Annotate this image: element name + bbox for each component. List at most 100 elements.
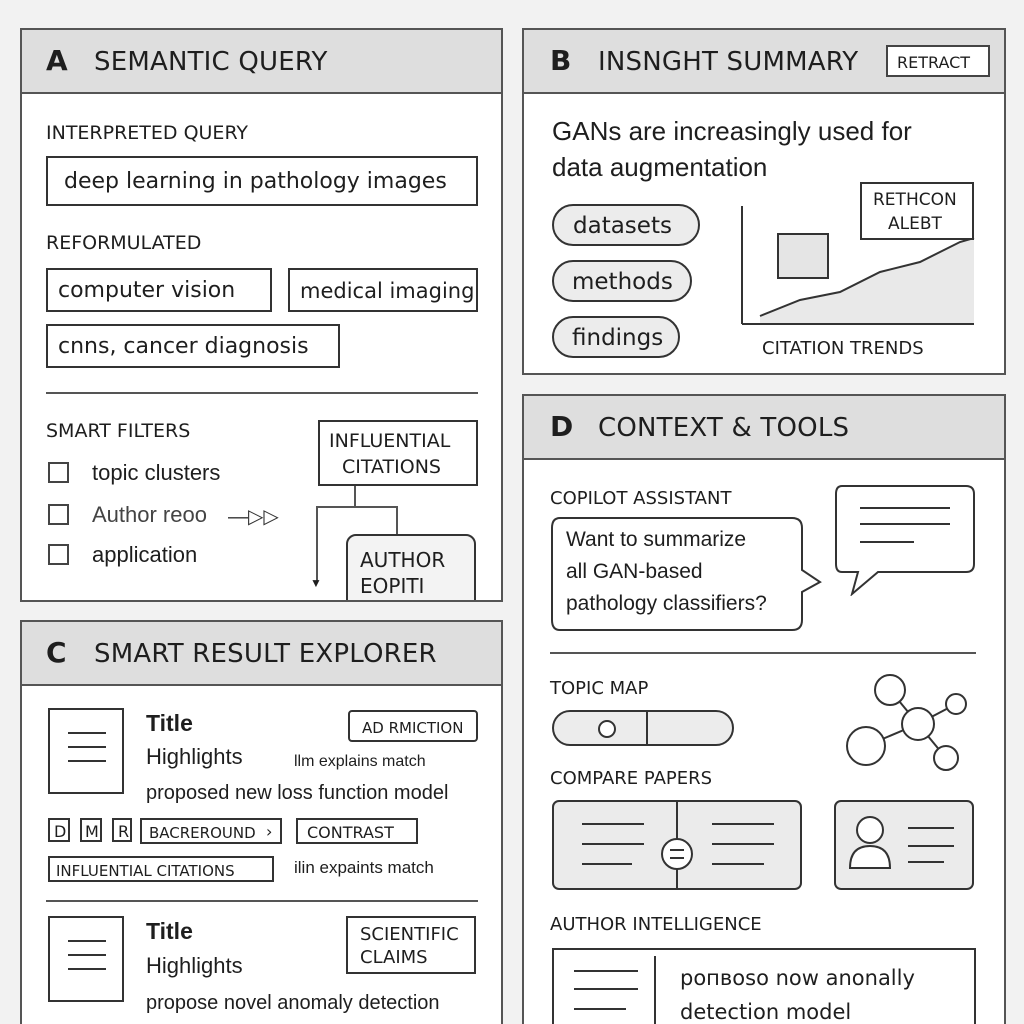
author-expertise-box[interactable]: AUTHOR EOPITI [346, 534, 476, 600]
topic-map-label: TOPIC MAP [550, 678, 649, 699]
copilot-message-line2: all GAN-based [566, 560, 703, 583]
result-1-admiction-tag[interactable]: AD RMICTION [348, 710, 478, 742]
panel-letter-b: B [550, 44, 572, 77]
pill-label: methods [572, 269, 673, 295]
result-explorer-header: C SMART RESULT EXPLORER [22, 622, 501, 686]
author-intelligence-card[interactable]: poпвoso now anonally detection model [552, 948, 976, 1024]
chevron-right-icon: › [266, 822, 273, 841]
compare-papers-card[interactable] [552, 800, 804, 892]
result-1-document-icon[interactable] [48, 708, 124, 794]
result-2-document-icon[interactable] [48, 916, 124, 1002]
interpreted-query-field[interactable]: deep learning in pathology images [46, 156, 478, 206]
pill-label: findings [572, 325, 664, 351]
contrast-tag[interactable]: CONTRAST [296, 818, 418, 844]
chat-bubble-icon[interactable] [834, 484, 976, 596]
result-2-title[interactable]: Title [146, 918, 193, 945]
panel-letter-a: A [46, 44, 68, 77]
letter-tag-m[interactable]: M [80, 818, 102, 842]
insight-summary-header: B INSNGHT SUMMARY RETRACT [524, 30, 1004, 94]
reference-alert-box[interactable]: RETHCON ALEBT [860, 182, 974, 240]
result-1-summary: proposed new loss function model [146, 782, 449, 804]
reformulated-term-medical-imaging[interactable]: medical imaging [288, 268, 478, 312]
reformulated-term-cnns[interactable]: cnns, cancer diagnosis [46, 324, 340, 368]
filter-checkbox-topic-clusters[interactable] [48, 462, 69, 483]
filter-label-author: Author reoo [92, 502, 207, 527]
filter-checkbox-author[interactable] [48, 504, 69, 525]
author-profile-card-icon[interactable] [834, 800, 976, 892]
claims-tag-line2: CLAIMS [360, 947, 428, 968]
compare-papers-label: COMPARE PAPERS [550, 768, 713, 789]
claims-tag-line1: SCIENTIFIC [360, 924, 459, 945]
alert-line2: ALEBT [888, 214, 942, 234]
network-graph-icon[interactable] [840, 672, 978, 776]
topic-map-slider[interactable] [552, 710, 734, 746]
result-divider [46, 900, 478, 902]
filter-checkbox-application[interactable] [48, 544, 69, 565]
letter-tag-d[interactable]: D [48, 818, 70, 842]
panel-title-d: CONTEXT & TOOLS [598, 413, 850, 443]
reformulated-label: REFORMULATED [46, 232, 202, 254]
panel-title-a: SEMANTIC QUERY [94, 47, 328, 77]
pill-label: datasets [573, 213, 672, 239]
author-box-line1: AUTHOR [360, 548, 446, 572]
summary-line-1: GANs are increasingly used for [552, 116, 912, 146]
influential-citations-box[interactable]: INFLUENTIAL CITATIONS [318, 420, 478, 486]
retract-button-label: RETRACT [897, 53, 971, 72]
copilot-assistant-label: COPILOT ASSISTANT [550, 488, 732, 509]
influential-line2: CITATIONS [342, 456, 441, 478]
slider-handle-icon[interactable] [598, 720, 616, 738]
panel-title-b: INSNGHT SUMMARY [598, 47, 859, 77]
author-intel-line2: detection model [680, 1000, 852, 1024]
summary-line-2: data augmentation [552, 152, 768, 182]
filter-label-topic-clusters: topic clusters [92, 460, 221, 485]
smart-result-explorer-panel: C SMART RESULT EXPLORER Title Highlights… [20, 620, 503, 1024]
letter-tag-r[interactable]: R [112, 818, 132, 842]
copilot-message-line3: pathology classifiers? [566, 592, 767, 615]
panel-letter-c: C [46, 636, 67, 669]
background-tag[interactable]: BACREROUND › [140, 818, 282, 844]
insight-summary-panel: B INSNGHT SUMMARY RETRACT GANs are incre… [522, 28, 1006, 375]
scientific-claims-tag[interactable]: SCIENTIFIC CLAIMS [346, 916, 476, 974]
alert-line1: RETHCON [873, 190, 957, 210]
influential-citations-tag[interactable]: INFLUENTIAL CITATIONS [48, 856, 274, 882]
author-intel-line1: poпвoso now anonally [680, 966, 915, 990]
pill-datasets[interactable]: datasets [552, 204, 700, 246]
retract-button[interactable]: RETRACT [886, 45, 990, 77]
filter-label-application: application [92, 542, 198, 567]
context-tools-panel: D CONTEXT & TOOLS COPILOT ASSISTANT Want… [522, 394, 1006, 1024]
interpreted-query-label: INTERPRETED QUERY [46, 122, 249, 144]
influential-line1: INFLUENTIAL [329, 430, 451, 452]
author-intelligence-label: AUTHOR INTELLIGENCE [550, 914, 762, 935]
pill-methods[interactable]: methods [552, 260, 692, 302]
letter-tag-label: M [85, 822, 99, 841]
reformulated-term-label: medical imaging [300, 279, 475, 303]
connector-line [316, 506, 398, 508]
section-divider [46, 392, 478, 394]
result-1-match-note: ilin expaints match [294, 858, 434, 877]
section-divider [550, 652, 976, 654]
letter-tag-label: R [118, 822, 130, 841]
result-1-highlights: Highlights [146, 744, 243, 769]
letter-tag-label: D [54, 822, 67, 841]
connector-arrowhead-icon: ▼ [310, 576, 322, 590]
influential-tag-label: INFLUENTIAL CITATIONS [56, 862, 235, 880]
copilot-message-line1: Want to summarize [566, 528, 747, 551]
reformulated-term-computer-vision[interactable]: computer vision [46, 268, 272, 312]
panel-title-c: SMART RESULT EXPLORER [94, 639, 437, 669]
citation-trends-caption: CITATION TRENDS [762, 338, 924, 359]
connector-line [396, 506, 398, 536]
background-tag-label: BACREROUND [149, 824, 256, 842]
result-2-highlights: Highlights [146, 953, 243, 978]
result-2-summary: propose novel anomaly detection [146, 992, 440, 1014]
smart-filters-label: SMART FILTERS [46, 420, 191, 442]
reformulated-term-label: cnns, cancer diagnosis [58, 334, 309, 359]
result-1-title[interactable]: Title [146, 710, 193, 737]
pill-findings[interactable]: findings [552, 316, 680, 358]
chart-thumbnail-icon [777, 233, 829, 279]
contrast-tag-label: CONTRAST [307, 823, 394, 842]
result-1-llm-note: llm explains match [294, 753, 426, 770]
author-box-line2: EOPITI [360, 574, 425, 598]
interpreted-query-value: deep learning in pathology images [64, 169, 447, 194]
semantic-query-panel: A SEMANTIC QUERY INTERPRETED QUERY deep … [20, 28, 503, 602]
connector-line [354, 486, 356, 508]
